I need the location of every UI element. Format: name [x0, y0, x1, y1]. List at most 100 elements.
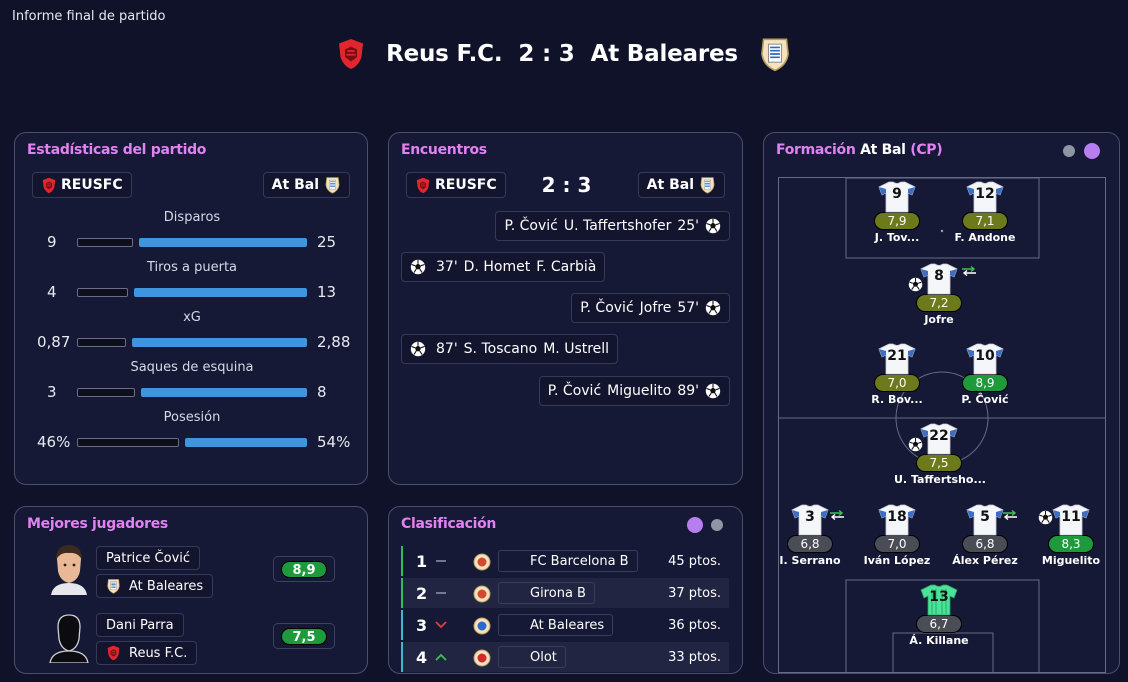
- stat-home-bar: [77, 438, 179, 447]
- formation-player[interactable]: 22 7,5 U. Taffertsho...: [894, 423, 986, 486]
- trend-up-icon: [435, 653, 447, 661]
- shirt-icon: 5: [966, 504, 1004, 536]
- player-rating: 7,5: [916, 454, 962, 472]
- player-name: Miguelito: [1041, 554, 1101, 567]
- goal-minute: 37': [436, 259, 458, 275]
- shirt-icon: 10: [966, 343, 1004, 375]
- goalkeeper-shirt-icon: 13: [920, 584, 958, 616]
- player-name: Iván López: [863, 554, 931, 567]
- away-team-chip[interactable]: At Bal: [262, 172, 350, 198]
- shirt-number: 18: [887, 509, 907, 525]
- view-toggle-dot[interactable]: [1063, 145, 1075, 157]
- stat-label: Tiros a puerta: [146, 260, 238, 275]
- assist-name: P. Čović: [580, 300, 634, 316]
- shirt-icon: 21: [878, 343, 916, 375]
- scorer-name: D. Homet: [463, 259, 531, 275]
- stat-away-bar: [134, 288, 307, 297]
- stat-label: Saques de esquina: [130, 360, 254, 375]
- player-team: At Baleares: [96, 574, 214, 598]
- player-rating: 8,9: [962, 374, 1008, 392]
- shirt-icon: 11: [1052, 504, 1090, 536]
- stat-away-value: 54%: [317, 433, 351, 451]
- team-name-box: Olot: [473, 646, 566, 668]
- stat-home-value: 9: [47, 233, 57, 251]
- stat-home-bar: [77, 238, 133, 247]
- goal-event-home[interactable]: 37' D. Homet F. Carbià: [401, 252, 606, 282]
- player-rating: 7,2: [916, 294, 962, 312]
- formation-player[interactable]: 18 7,0 Iván López: [852, 504, 942, 567]
- formation-player[interactable]: 11 8,3 Miguelito: [1026, 504, 1105, 567]
- player-portrait-icon: [51, 545, 87, 595]
- formation-player[interactable]: 10 8,9 P. Čović: [940, 343, 1030, 406]
- scorer-name: S. Toscano: [463, 341, 538, 357]
- standing-position: 3: [416, 615, 428, 635]
- goal-event-home[interactable]: 87' S. Toscano M. Ustrell: [401, 334, 619, 364]
- formation-player[interactable]: 12 7,1 F. Andone: [940, 181, 1030, 244]
- player-name: Álex Pérez: [952, 554, 1018, 567]
- standings-row[interactable]: 3 At Baleares 36 ptos.: [401, 610, 729, 640]
- assist-name: F. Carbià: [536, 259, 597, 275]
- reus-crest-icon: [106, 645, 121, 661]
- stat-away-bar: [185, 438, 307, 447]
- player-name: Patrice Čović: [96, 546, 201, 570]
- view-toggle-dot[interactable]: [711, 519, 723, 531]
- ball-icon: [410, 259, 426, 275]
- match-scoreline: Reus F.C. 2 : 3 At Baleares: [0, 36, 1128, 72]
- goal-event-away[interactable]: P. Čović Jofre 57': [571, 293, 730, 323]
- shirt-number: 10: [975, 348, 995, 364]
- ball-icon: [705, 218, 721, 234]
- team-points: 33 ptos.: [668, 649, 721, 665]
- best-players-title: Mejores jugadores: [27, 516, 168, 532]
- team-crest-icon: [473, 617, 491, 635]
- formation-player[interactable]: 13 6,7 Á. Killane: [894, 584, 984, 647]
- home-team-chip[interactable]: REUSFC: [32, 172, 132, 198]
- player-rating: 7,0: [874, 374, 920, 392]
- window-title: Informe final de partido: [12, 9, 166, 24]
- formation-player[interactable]: 5 6,8 Álex Pérez: [940, 504, 1030, 567]
- standing-position: 1: [416, 551, 428, 571]
- player-rating: 8,9: [273, 556, 335, 582]
- player-rating: 7,5: [273, 623, 335, 649]
- assist-name: P. Čović: [547, 383, 602, 399]
- view-toggle-dot-active[interactable]: [1084, 143, 1100, 159]
- player-rating: 8,3: [1048, 535, 1094, 553]
- player-name: I. Serrano: [779, 554, 841, 567]
- substitution-icon: [961, 266, 977, 276]
- stat-home-bar: [77, 288, 128, 297]
- scorer-name: Jofre: [639, 300, 672, 316]
- stats-panel-title: Estadísticas del partido: [27, 142, 207, 158]
- standings-row[interactable]: 4 Olot 33 ptos.: [401, 642, 729, 672]
- formation-player[interactable]: 9 7,9 J. Tov...: [852, 181, 942, 244]
- stats-panel: Estadísticas del partido REUSFC At Bal D…: [14, 132, 368, 485]
- goal-event-away[interactable]: P. Čović Miguelito 89': [538, 376, 730, 406]
- shirt-number: 5: [980, 509, 990, 525]
- formation-player[interactable]: 8 7,2 Jofre: [894, 263, 984, 326]
- stat-label: xG: [183, 310, 201, 325]
- formation-player[interactable]: 3 6,8 I. Serrano: [779, 504, 855, 567]
- stat-away-bar: [132, 338, 307, 347]
- ball-icon: [705, 300, 721, 316]
- shirt-icon: 12: [966, 181, 1004, 213]
- stat-away-value: 25: [317, 233, 337, 251]
- shirt-number: 13: [929, 589, 949, 605]
- stat-away-bar: [141, 388, 307, 397]
- formation-player[interactable]: 21 7,0 R. Bov...: [852, 343, 942, 406]
- stat-home-value: 0,87: [37, 333, 71, 351]
- baleares-crest-icon: [106, 578, 121, 594]
- player-rating: 7,0: [874, 535, 920, 553]
- team-name-box: Girona B: [473, 582, 595, 604]
- encounters-panel-title: Encuentros: [401, 142, 487, 158]
- reus-crest-icon: [41, 177, 57, 194]
- shirt-icon: 9: [878, 181, 916, 213]
- shirt-icon: 3: [791, 504, 829, 536]
- player-name: F. Andone: [954, 231, 1016, 244]
- team-name-box: At Baleares: [473, 614, 614, 636]
- stat-home-value: 46%: [37, 433, 71, 451]
- goal-event-away[interactable]: P. Čović U. Taffertshofer 25': [495, 211, 730, 241]
- team-points: 36 ptos.: [668, 617, 721, 633]
- standings-row[interactable]: 2 Girona B 37 ptos.: [401, 578, 729, 608]
- away-team-chip[interactable]: At Bal: [637, 172, 725, 198]
- standings-row[interactable]: 1 FC Barcelona B 45 ptos.: [401, 546, 729, 576]
- view-toggle-dot-active[interactable]: [687, 517, 703, 533]
- baleares-crest-icon: [324, 176, 341, 194]
